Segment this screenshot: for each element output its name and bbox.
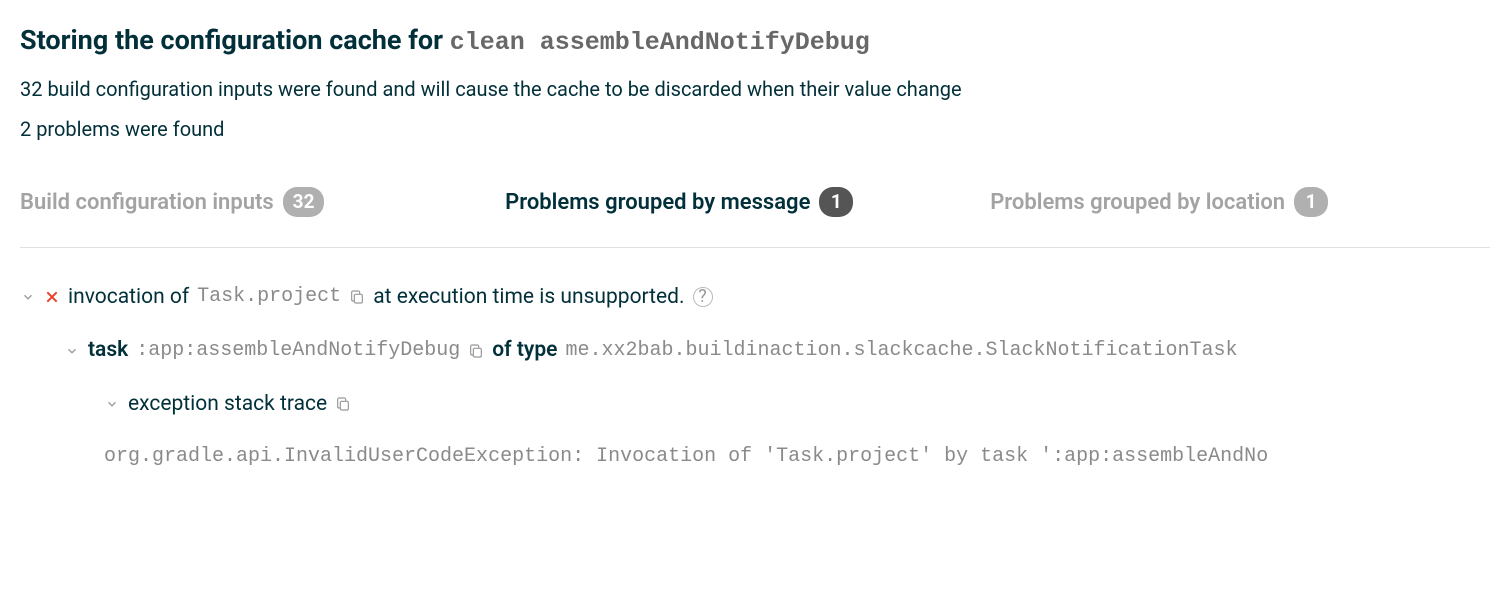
problem-text-prefix: invocation of — [68, 282, 189, 314]
problem-row[interactable]: invocation of Task.project at execution … — [20, 282, 1490, 314]
chevron-down-icon[interactable] — [64, 344, 80, 358]
page-title: Storing the configuration cache for clea… — [20, 20, 1490, 62]
summary-inputs: 32 build configuration inputs were found… — [20, 74, 1490, 104]
copy-icon[interactable] — [468, 343, 484, 359]
copy-icon[interactable] — [349, 289, 365, 305]
task-label: task — [88, 335, 128, 367]
tab-by-message-badge: 1 — [819, 187, 853, 218]
of-type-label: of type — [492, 335, 557, 367]
problem-text-suffix: at execution time is unsupported. — [373, 282, 684, 314]
task-row[interactable]: task :app:assembleAndNotifyDebug of type… — [20, 335, 1490, 367]
tab-inputs[interactable]: Build configuration inputs 32 — [20, 186, 505, 219]
copy-icon[interactable] — [335, 396, 351, 412]
tab-inputs-badge: 32 — [283, 187, 325, 218]
summary-problems: 2 problems were found — [20, 114, 1490, 144]
task-type: me.xx2bab.buildinaction.slackcache.Slack… — [565, 336, 1237, 366]
stack-trace-row[interactable]: exception stack trace — [20, 389, 1490, 421]
tab-by-location[interactable]: Problems grouped by location 1 — [990, 186, 1475, 219]
title-prefix: Storing the configuration cache for — [20, 24, 450, 56]
help-icon[interactable]: ? — [693, 287, 713, 307]
problem-code: Task.project — [197, 282, 341, 312]
stack-trace-label: exception stack trace — [128, 389, 327, 421]
tab-by-location-label: Problems grouped by location — [990, 190, 1285, 215]
tab-inputs-label: Build configuration inputs — [20, 190, 274, 215]
task-path: :app:assembleAndNotifyDebug — [136, 336, 460, 366]
problem-tree: invocation of Task.project at execution … — [20, 282, 1490, 473]
tab-by-message[interactable]: Problems grouped by message 1 — [505, 186, 990, 219]
title-task-name: clean assembleAndNotifyDebug — [450, 28, 870, 57]
chevron-down-icon[interactable] — [20, 290, 36, 304]
chevron-down-icon[interactable] — [104, 397, 120, 411]
tab-by-message-label: Problems grouped by message — [505, 190, 810, 215]
error-icon — [44, 289, 60, 305]
tab-bar: Build configuration inputs 32 Problems g… — [20, 186, 1490, 248]
stack-trace-text: org.gradle.api.InvalidUserCodeException:… — [20, 442, 1490, 472]
tab-by-location-badge: 1 — [1294, 187, 1328, 218]
